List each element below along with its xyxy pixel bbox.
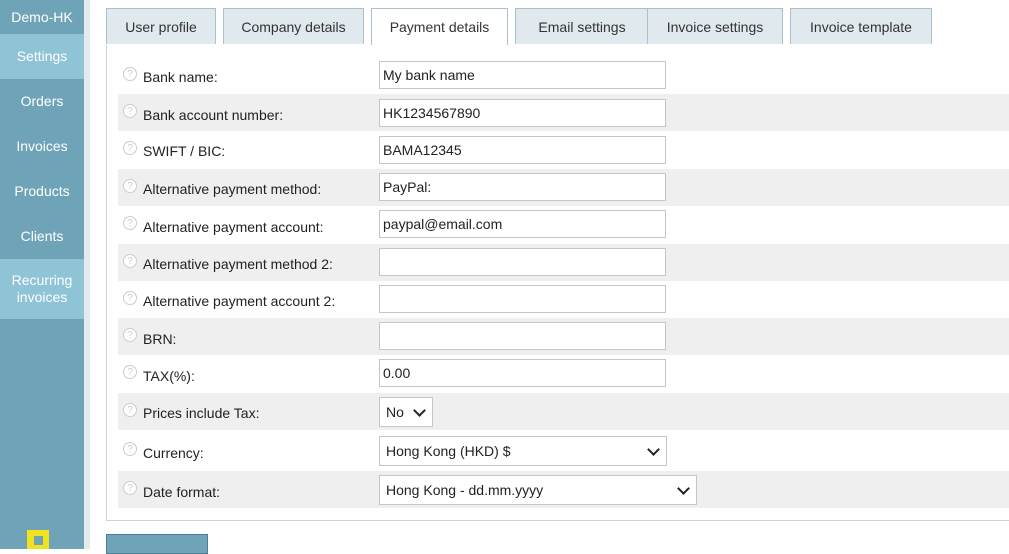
help-icon[interactable]: ? bbox=[123, 104, 137, 118]
date-format-value: Hong Kong - dd.mm.yyyy bbox=[386, 482, 544, 498]
help-icon[interactable]: ? bbox=[123, 291, 137, 305]
tax-input[interactable] bbox=[379, 359, 666, 387]
sidebar-item-settings[interactable]: Settings bbox=[0, 34, 84, 79]
swift-label: SWIFT / BIC: bbox=[143, 143, 226, 159]
form-row-brn: ? BRN: bbox=[118, 318, 1009, 355]
alt-method-2-input[interactable] bbox=[379, 248, 666, 276]
sidebar-item-label: Recurring bbox=[11, 272, 73, 288]
form-row-alt-account: ? Alternative payment account: bbox=[118, 206, 1009, 243]
help-icon[interactable]: ? bbox=[123, 216, 137, 230]
currency-value: Hong Kong (HKD) $ bbox=[386, 443, 511, 459]
bank-account-label: Bank account number: bbox=[143, 107, 284, 123]
sidebar-item-products[interactable]: Products bbox=[0, 169, 84, 214]
alt-account-2-label: Alternative payment account 2: bbox=[143, 293, 336, 309]
sidebar-item-orders[interactable]: Orders bbox=[0, 79, 84, 124]
tab-payment-details[interactable]: Payment details bbox=[371, 8, 508, 46]
form-row-bank-account: ? Bank account number: bbox=[118, 94, 1009, 131]
settings-tabs: User profile Company details Payment det… bbox=[106, 8, 1009, 46]
sidebar-item-clients[interactable]: Clients bbox=[0, 214, 84, 259]
help-icon[interactable]: ? bbox=[123, 481, 137, 495]
alt-method-input[interactable] bbox=[379, 173, 666, 201]
form-row-alt-method: ? Alternative payment method: bbox=[118, 169, 1009, 206]
save-button[interactable] bbox=[106, 534, 208, 554]
help-icon[interactable]: ? bbox=[123, 254, 137, 268]
currency-label: Currency: bbox=[143, 445, 204, 461]
bank-name-label: Bank name: bbox=[143, 69, 218, 85]
sidebar-divider bbox=[84, 0, 90, 549]
help-icon[interactable]: ? bbox=[123, 328, 137, 342]
alt-account-input[interactable] bbox=[379, 210, 666, 238]
tab-email-settings[interactable]: Email settings bbox=[515, 8, 649, 44]
tab-invoice-settings[interactable]: Invoice settings bbox=[647, 8, 783, 44]
form-row-prices-include-tax: ? Prices include Tax: No bbox=[118, 393, 1009, 430]
tab-company-details[interactable]: Company details bbox=[223, 8, 364, 44]
currency-select[interactable]: Hong Kong (HKD) $ bbox=[379, 436, 667, 466]
prices-include-tax-value: No bbox=[386, 404, 404, 420]
tax-label: TAX(%): bbox=[143, 368, 195, 384]
date-format-label: Date format: bbox=[143, 484, 221, 500]
sidebar-item-label: invoices bbox=[16, 289, 68, 305]
tab-invoice-template[interactable]: Invoice template bbox=[790, 8, 932, 44]
help-icon[interactable]: ? bbox=[123, 403, 137, 417]
chevron-down-icon bbox=[677, 482, 690, 495]
brn-label: BRN: bbox=[143, 331, 177, 347]
alt-account-label: Alternative payment account: bbox=[143, 219, 324, 235]
help-icon[interactable]: ? bbox=[123, 141, 137, 155]
form-row-currency: ? Currency: Hong Kong (HKD) $ bbox=[118, 432, 1009, 469]
brn-input[interactable] bbox=[379, 322, 666, 350]
alt-method-label: Alternative payment method: bbox=[143, 181, 322, 197]
form-row-date-format: ? Date format: Hong Kong - dd.mm.yyyy bbox=[118, 471, 1009, 508]
bank-name-input[interactable] bbox=[379, 61, 666, 89]
form-row-alt-account-2: ? Alternative payment account 2: bbox=[118, 281, 1009, 318]
chevron-down-icon bbox=[413, 404, 426, 417]
alt-account-2-input[interactable] bbox=[379, 285, 666, 313]
bank-account-input[interactable] bbox=[379, 99, 666, 127]
alt-method-2-label: Alternative payment method 2: bbox=[143, 256, 333, 272]
date-format-select[interactable]: Hong Kong - dd.mm.yyyy bbox=[379, 475, 697, 505]
help-icon[interactable]: ? bbox=[123, 179, 137, 193]
chevron-down-icon bbox=[647, 443, 660, 456]
sidebar: Demo-HK Settings Orders Invoices Product… bbox=[0, 0, 84, 549]
help-icon[interactable]: ? bbox=[123, 365, 137, 379]
sidebar-item-invoices[interactable]: Invoices bbox=[0, 124, 84, 169]
logout-icon[interactable] bbox=[27, 530, 49, 549]
help-icon[interactable]: ? bbox=[123, 67, 137, 81]
form-row-bank-name: ? Bank name: bbox=[118, 57, 1009, 94]
prices-include-tax-label: Prices include Tax: bbox=[143, 405, 260, 421]
swift-input[interactable] bbox=[379, 136, 666, 164]
form-row-alt-method-2: ? Alternative payment method 2: bbox=[118, 244, 1009, 281]
sidebar-item-recurring-invoices[interactable]: Recurring invoices bbox=[0, 259, 84, 319]
help-icon[interactable]: ? bbox=[123, 442, 137, 456]
form-row-tax: ? TAX(%): bbox=[118, 355, 1009, 392]
brand-name[interactable]: Demo-HK bbox=[0, 0, 84, 34]
prices-include-tax-select[interactable]: No bbox=[379, 397, 433, 427]
tab-user-profile[interactable]: User profile bbox=[106, 8, 216, 44]
form-row-swift: ? SWIFT / BIC: bbox=[118, 131, 1009, 168]
